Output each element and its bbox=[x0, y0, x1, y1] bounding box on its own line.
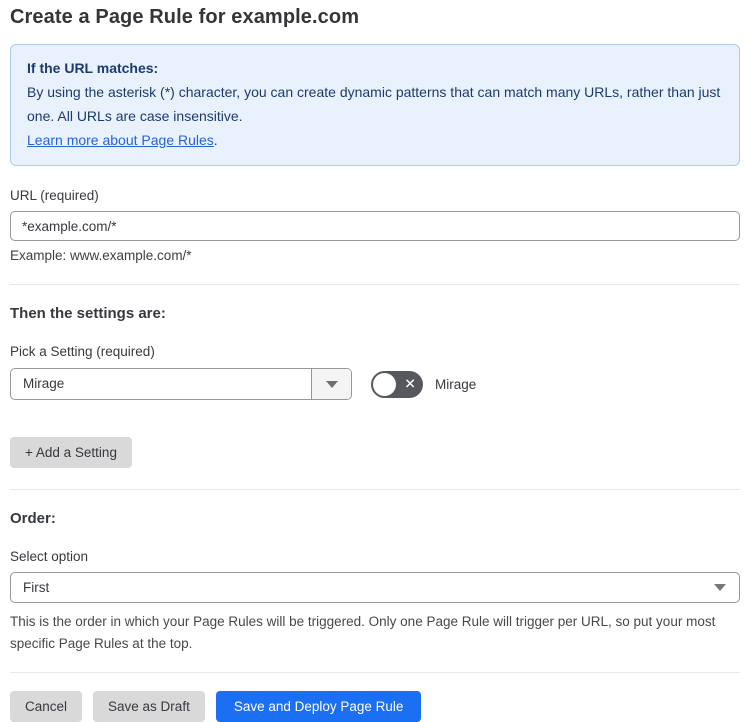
url-field-label: URL (required) bbox=[10, 188, 99, 203]
info-box-body: By using the asterisk (*) character, you… bbox=[27, 84, 721, 124]
mirage-toggle[interactable]: ✕ bbox=[371, 370, 423, 398]
toggle-off-x-icon: ✕ bbox=[404, 375, 416, 392]
link-period: . bbox=[213, 132, 218, 148]
info-box-heading: If the URL matches: bbox=[27, 60, 159, 76]
add-setting-button[interactable]: + Add a Setting bbox=[10, 437, 132, 468]
setting-picker-label: Pick a Setting (required) bbox=[10, 344, 155, 359]
url-field-example: Example: www.example.com/* bbox=[10, 248, 192, 263]
cancel-button[interactable]: Cancel bbox=[10, 691, 83, 722]
setting-dropdown-value: Mirage bbox=[23, 376, 65, 391]
chevron-down-icon bbox=[714, 584, 726, 591]
order-select-label: Select option bbox=[10, 549, 89, 564]
chevron-down-icon bbox=[325, 380, 338, 388]
url-input[interactable] bbox=[10, 211, 740, 241]
setting-dropdown[interactable]: Mirage bbox=[10, 368, 352, 400]
save-and-deploy-button[interactable]: Save and Deploy Page Rule bbox=[215, 691, 422, 722]
toggle-label: Mirage bbox=[435, 376, 477, 392]
toggle-knob bbox=[373, 372, 396, 396]
info-box-link-line: Learn more about Page Rules. bbox=[27, 128, 723, 152]
divider bbox=[10, 284, 740, 285]
page-title: Create a Page Rule for example.com bbox=[10, 6, 360, 28]
order-help-text: This is the order in which your Page Rul… bbox=[10, 614, 716, 651]
setting-dropdown-arrow-button[interactable] bbox=[311, 369, 351, 399]
order-select-value: First bbox=[23, 580, 50, 595]
setting-row: Mirage ✕ Mirage bbox=[10, 368, 740, 400]
divider bbox=[10, 672, 740, 673]
order-section-heading: Order: bbox=[10, 510, 56, 527]
learn-more-link[interactable]: Learn more about Page Rules bbox=[27, 132, 214, 148]
footer-actions: Cancel Save as Draft Save and Deploy Pag… bbox=[10, 691, 740, 722]
save-as-draft-button[interactable]: Save as Draft bbox=[93, 691, 205, 722]
settings-section-heading: Then the settings are: bbox=[10, 305, 166, 322]
divider bbox=[10, 489, 740, 490]
url-match-info-box: If the URL matches: By using the asteris… bbox=[10, 44, 740, 166]
order-select[interactable]: First bbox=[10, 572, 740, 603]
